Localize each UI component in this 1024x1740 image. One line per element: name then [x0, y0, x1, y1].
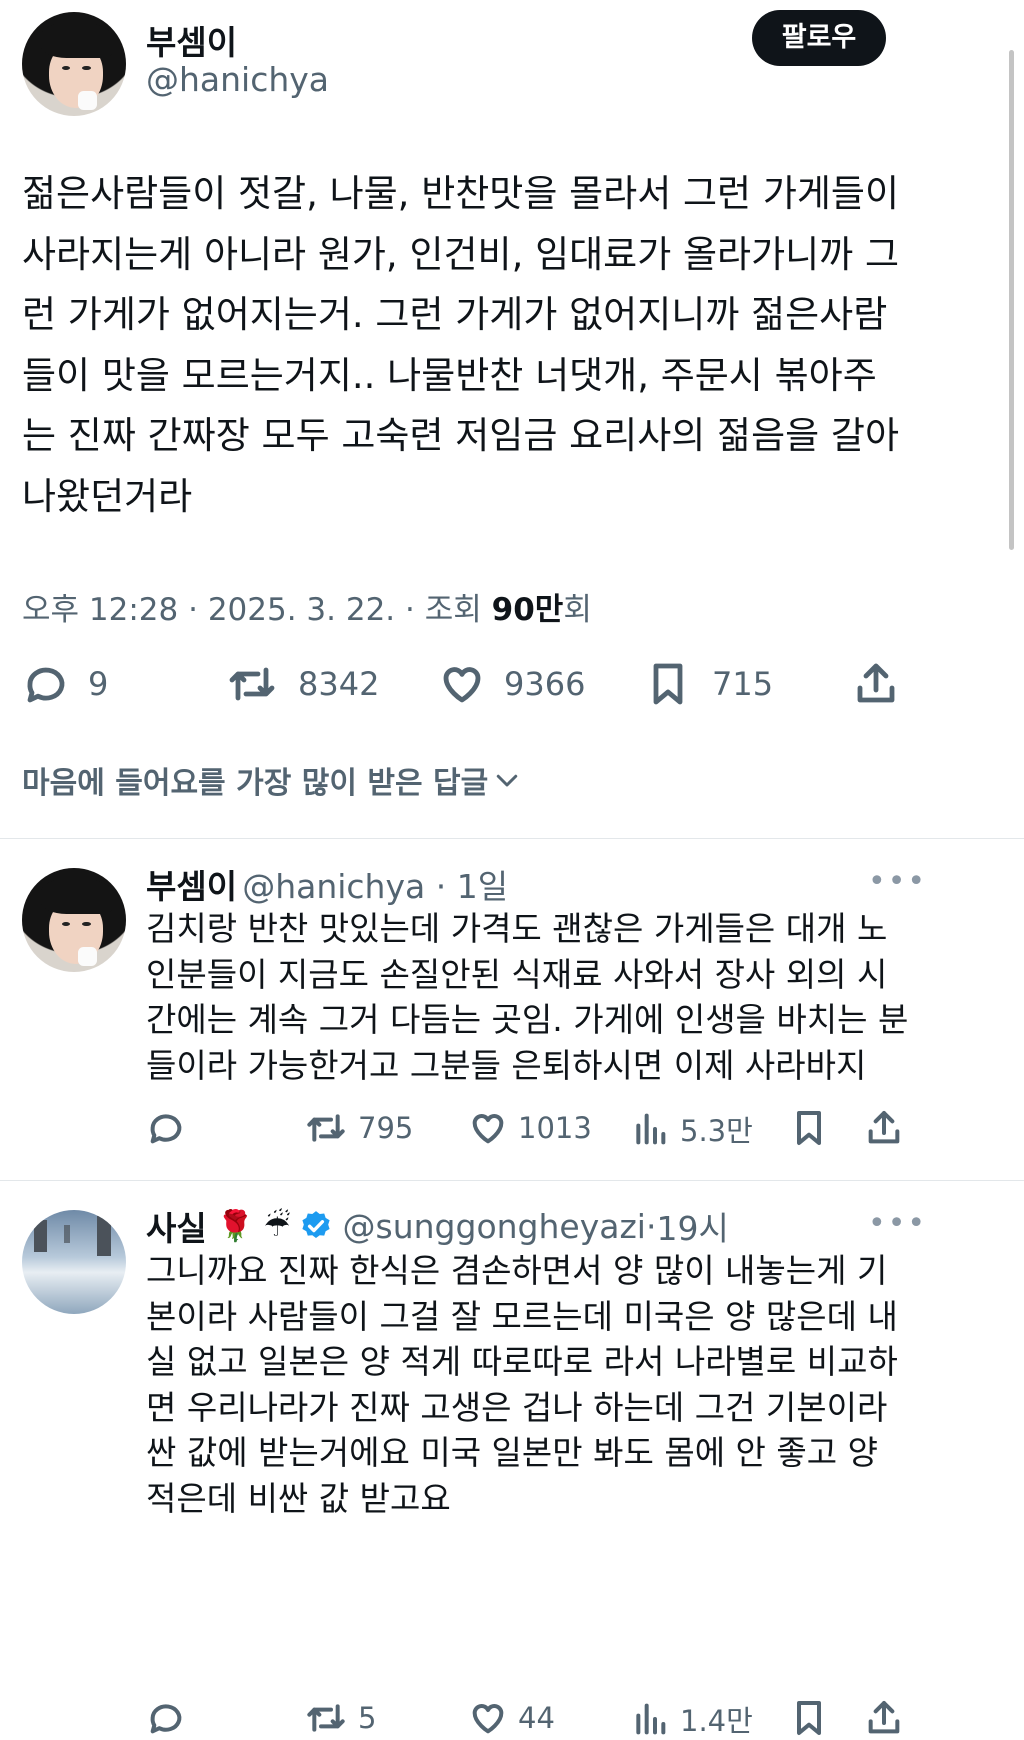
tweet-text-line: 들이 맛을 모르는거지.. 나물반찬 너댓개, 주문시 볶아주 — [22, 353, 877, 397]
like-action[interactable]: 44 — [468, 1698, 555, 1738]
retweet-action[interactable]: 795 — [304, 1108, 413, 1148]
share-icon — [868, 1111, 900, 1144]
reply-text-line: 김치랑 반찬 맛있는데 가격도 괜찮은 가게들은 대개 노 — [146, 909, 888, 948]
retweet-action[interactable]: 8342 — [226, 660, 379, 708]
like-icon — [472, 1114, 504, 1144]
views-count: 5.3만 — [680, 1114, 753, 1148]
bookmark-icon — [797, 1701, 821, 1735]
views-action[interactable]: 1.4만 — [630, 1698, 753, 1740]
reply-text-line: 그니까요 진짜 한식은 겸손하면서 양 많이 내놓는게 기 — [146, 1251, 888, 1290]
share-action[interactable] — [864, 1698, 904, 1738]
reply-text-line: 들이라 가능한거고 그분들 은퇴하시면 이제 사라바지 — [146, 1045, 867, 1085]
reply-text-line: 인분들이 지금도 손질안된 식재료 사와서 장사 외의 시 — [146, 954, 888, 994]
views-icon — [636, 1703, 666, 1735]
reply-text-line: 적은데 비싼 값 받고요 — [146, 1478, 451, 1518]
bookmark-action[interactable]: 715 — [646, 660, 773, 708]
reply-sort-dropdown[interactable]: 마음에 들어요를 가장 많이 받은 답글 — [22, 758, 522, 802]
follow-button[interactable]: 팔로우 — [752, 10, 886, 66]
tweet-time[interactable]: 오후 12:28 — [22, 592, 178, 628]
share-icon — [868, 1701, 900, 1734]
tweet-text-line: 런 가게가 없어지는거. 그런 가게가 없어지니까 젊은사람 — [22, 293, 888, 336]
divider — [0, 838, 1024, 839]
reply-author-name[interactable]: 사실 — [146, 1202, 207, 1250]
reply-action[interactable] — [146, 1698, 186, 1738]
views-count: 1.4만 — [680, 1704, 753, 1738]
divider — [0, 1180, 1024, 1181]
tweet-text-line: 나왔던거라 — [22, 474, 193, 518]
reply-text: 김치랑 반찬 맛있는데 가격도 괜찮은 가게들은 대개 노 인분들이 지금도 손… — [146, 906, 926, 1088]
name-emojis: 🌹 ☔ — [216, 1208, 291, 1244]
reply-avatar[interactable] — [22, 868, 126, 972]
reply-text: 그니까요 진짜 한식은 겸손하면서 양 많이 내놓는게 기 본이라 사람들이 그… — [146, 1248, 926, 1521]
scrollbar[interactable] — [1009, 50, 1014, 550]
reply-text-line: 본이라 사람들이 그걸 잘 모르는데 미국은 양 많은데 내 — [146, 1296, 898, 1336]
tweet-text-line: 젊은사람들이 젓갈, 나물, 반찬맛을 몰라서 그런 가게들이 — [22, 172, 900, 215]
reply-age[interactable]: 1일 — [457, 867, 508, 906]
reply-icon — [150, 1704, 182, 1734]
views-suffix: 회 — [563, 592, 592, 628]
like-action[interactable]: 9366 — [438, 660, 585, 708]
views-count: 90만 — [491, 592, 564, 628]
verified-badge-icon — [301, 1211, 330, 1239]
views-icon — [636, 1113, 666, 1145]
reply-text-line: 실 없고 일본은 양 적게 따로따로 라서 나라별로 비교하 — [146, 1342, 898, 1381]
more-icon[interactable]: ••• — [868, 864, 927, 899]
share-icon — [857, 663, 895, 703]
reply-action[interactable]: 9 — [22, 660, 108, 708]
bookmark-icon — [653, 663, 683, 705]
more-icon[interactable]: ••• — [868, 1206, 927, 1241]
chevron-down-icon — [496, 774, 518, 787]
reply-author-handle[interactable]: @hanichya — [242, 867, 425, 906]
reply-sort-label: 마음에 들어요를 가장 많이 받은 답글 — [22, 766, 489, 801]
bookmark-icon — [797, 1111, 821, 1145]
tweet-date[interactable]: 2025. 3. 22. — [208, 592, 395, 628]
like-action[interactable]: 1013 — [468, 1108, 592, 1148]
reply-author-handle[interactable]: @sunggongheyazi — [343, 1207, 646, 1246]
share-action[interactable] — [852, 660, 900, 708]
retweet-icon — [307, 1704, 345, 1732]
reply-icon — [150, 1114, 182, 1144]
views-prefix: 조회 — [424, 592, 482, 628]
reply-avatar[interactable] — [22, 1210, 126, 1314]
retweet-icon — [307, 1114, 345, 1142]
reply-header: 부셈이 @hanichya · 1일 — [146, 867, 509, 906]
reply-action[interactable] — [146, 1108, 186, 1148]
retweet-icon — [229, 667, 275, 701]
tweet-meta: 오후 12:28 · 2025. 3. 22. · 조회 90만회 — [22, 592, 592, 628]
reply-author-name[interactable]: 부셈이 — [146, 867, 237, 906]
like-icon — [472, 1704, 504, 1734]
views-action[interactable]: 5.3만 — [630, 1108, 753, 1150]
retweet-count: 8342 — [298, 665, 380, 703]
bookmark-action[interactable] — [790, 1108, 828, 1148]
author-name[interactable]: 부셈이 — [146, 16, 237, 64]
reply-text-line: 싼 값에 받는거에요 미국 일본만 봐도 몸에 안 좋고 양 — [146, 1433, 878, 1472]
bookmark-count: 715 — [712, 665, 774, 703]
reply-count: 9 — [88, 665, 109, 703]
reply-age[interactable]: 19시 — [656, 1202, 728, 1250]
like-icon — [443, 667, 481, 703]
tweet-text: 젊은사람들이 젓갈, 나물, 반찬맛을 몰라서 그런 가게들이 사라지는게 아니… — [22, 164, 922, 527]
author-handle[interactable]: @hanichya — [146, 60, 329, 99]
like-count: 1013 — [518, 1111, 592, 1145]
reply-header: 사실 🌹 ☔ @sunggongheyazi · 19시 — [146, 1202, 729, 1250]
tweet-text-line: 는 진짜 간짜장 모두 고숙련 저임금 요리사의 젊음을 갈아 — [22, 414, 900, 457]
retweet-action[interactable]: 5 — [304, 1698, 376, 1738]
like-count: 9366 — [504, 665, 586, 703]
bookmark-action[interactable] — [790, 1698, 828, 1738]
reply-icon — [27, 667, 65, 703]
author-avatar[interactable] — [22, 12, 126, 116]
reply-text-line: 간에는 계속 그거 다듬는 곳임. 가게에 인생을 바치는 분 — [146, 1000, 909, 1039]
tweet-text-line: 사라지는게 아니라 원가, 인건비, 임대료가 올라가니까 그 — [22, 232, 900, 276]
share-action[interactable] — [864, 1108, 904, 1148]
retweet-count: 795 — [358, 1111, 414, 1145]
reply-text-line: 면 우리나라가 진짜 고생은 겁나 하는데 그건 기본이라 — [146, 1387, 888, 1427]
